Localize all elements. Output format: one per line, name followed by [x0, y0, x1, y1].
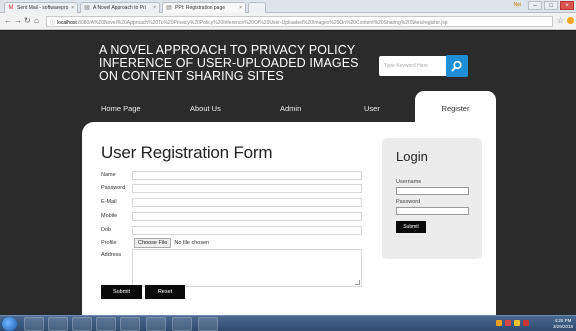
- name-label: Name: [101, 172, 116, 178]
- taskbar-app-icon[interactable]: [96, 317, 116, 331]
- chrome-icon[interactable]: [48, 317, 68, 331]
- taskbar-app-icon[interactable]: [198, 317, 218, 331]
- page-title: User Registration Form: [101, 143, 273, 162]
- document-icon: ▤: [84, 5, 90, 11]
- login-submit-button[interactable]: Submit: [396, 221, 426, 233]
- address-label: Address: [101, 252, 122, 258]
- site-title: A NOVEL APPROACH TO PRIVACY POLICY INFER…: [99, 43, 359, 83]
- explorer-icon[interactable]: [24, 317, 44, 331]
- nav-home[interactable]: Home Page: [101, 104, 141, 113]
- gmail-icon: M: [8, 5, 14, 11]
- url-path: :8080/A%20Novel%20Approach%20To%20Privac…: [76, 20, 448, 26]
- bookmark-star-icon[interactable]: ☆: [557, 16, 564, 25]
- login-password-label: Password: [396, 199, 421, 205]
- nav-about[interactable]: About Us: [190, 104, 221, 113]
- clock[interactable]: 4:26 PM 3/29/2018: [553, 318, 573, 329]
- tray-icon[interactable]: [523, 320, 529, 326]
- web-page: A NOVEL APPROACH TO PRIVACY POLICY INFER…: [0, 31, 576, 315]
- browser-user-label[interactable]: Nei: [513, 2, 521, 8]
- name-field[interactable]: [132, 171, 362, 180]
- address-textarea[interactable]: [132, 249, 362, 287]
- tray-icon[interactable]: [496, 320, 502, 326]
- browser-toolbar: ← → ↻ ⌂ ⓘ localhost:8080/A%20Novel%20Appr…: [0, 13, 576, 30]
- url-host: localhost: [57, 20, 77, 26]
- new-tab-button[interactable]: [248, 2, 266, 13]
- forward-arrow-icon[interactable]: →: [14, 16, 22, 26]
- minimize-icon[interactable]: –: [528, 1, 542, 10]
- search-icon: [451, 60, 462, 72]
- media-player-icon[interactable]: [72, 317, 92, 331]
- browser-tab-strip: M Sent Mail - softwarepro × ▤ A Novel Ap…: [0, 0, 576, 13]
- back-arrow-icon[interactable]: ←: [4, 16, 12, 26]
- extension-icon[interactable]: [567, 17, 574, 24]
- taskbar: 4:26 PM 3/29/2018: [0, 315, 576, 331]
- submit-button[interactable]: Submit: [101, 285, 142, 299]
- tray-icon[interactable]: [505, 320, 511, 326]
- nav-user[interactable]: User: [364, 104, 380, 113]
- clock-date: 3/29/2018: [552, 323, 573, 329]
- document-icon: ▤: [166, 5, 172, 11]
- home-icon[interactable]: ⌂: [34, 16, 39, 26]
- email-field[interactable]: [132, 198, 362, 207]
- login-title: Login: [396, 149, 428, 164]
- start-button[interactable]: [2, 317, 17, 331]
- tab-title: PPI: Registration page: [175, 5, 226, 11]
- main-nav: Home Page About Us Admin User Register: [82, 91, 496, 122]
- close-tab-icon[interactable]: ×: [71, 5, 74, 11]
- email-label: E-Mail: [101, 199, 117, 205]
- maximize-icon[interactable]: □: [544, 1, 558, 10]
- dob-field[interactable]: [132, 226, 362, 235]
- search-box: [379, 55, 468, 77]
- login-panel: Login Username Password Submit: [382, 138, 482, 259]
- tab-title: A Novel Approach to Pri: [93, 5, 146, 11]
- browser-tab-novel-approach[interactable]: ▤ A Novel Approach to Pri ×: [80, 2, 160, 13]
- password-field[interactable]: [132, 184, 362, 193]
- close-window-icon[interactable]: ×: [560, 1, 574, 10]
- close-tab-icon[interactable]: ×: [239, 5, 242, 11]
- tray-icon[interactable]: [514, 320, 520, 326]
- tab-title: Sent Mail - softwarepro: [17, 5, 69, 11]
- reload-icon[interactable]: ↻: [24, 16, 31, 26]
- browser-tab-registration[interactable]: ▤ PPI: Registration page ×: [162, 2, 246, 13]
- taskbar-app-icon[interactable]: [146, 317, 166, 331]
- nav-register[interactable]: Register: [415, 91, 496, 122]
- browser-tab-gmail[interactable]: M Sent Mail - softwarepro ×: [4, 2, 78, 13]
- password-label: Password: [101, 185, 126, 191]
- dob-label: Dob: [101, 227, 112, 233]
- mobile-field[interactable]: [132, 212, 362, 221]
- username-field[interactable]: [396, 187, 469, 195]
- username-label: Username: [396, 179, 422, 185]
- search-button[interactable]: [446, 55, 468, 77]
- search-input[interactable]: [379, 56, 449, 76]
- info-icon: ⓘ: [50, 20, 56, 26]
- nav-admin[interactable]: Admin: [280, 104, 301, 113]
- profile-file-input: Choose File No file chosen: [134, 238, 209, 248]
- taskbar-app-icon[interactable]: [120, 317, 140, 331]
- clock-time: 4:26 PM: [554, 318, 572, 323]
- system-tray: 4:26 PM 3/29/2018: [494, 316, 576, 331]
- close-tab-icon[interactable]: ×: [153, 5, 156, 11]
- choose-file-button[interactable]: Choose File: [134, 238, 172, 248]
- login-password-field[interactable]: [396, 207, 469, 215]
- file-status: No file chosen: [174, 240, 210, 246]
- profile-label: Profile: [101, 240, 117, 246]
- mobile-label: Mobile: [101, 213, 118, 219]
- address-bar[interactable]: ⓘ localhost:8080/A%20Novel%20Approach%20T…: [46, 16, 553, 27]
- reset-button[interactable]: Reset: [145, 285, 185, 299]
- window-controls: – □ ×: [528, 1, 574, 10]
- taskbar-app-icon[interactable]: [172, 317, 192, 331]
